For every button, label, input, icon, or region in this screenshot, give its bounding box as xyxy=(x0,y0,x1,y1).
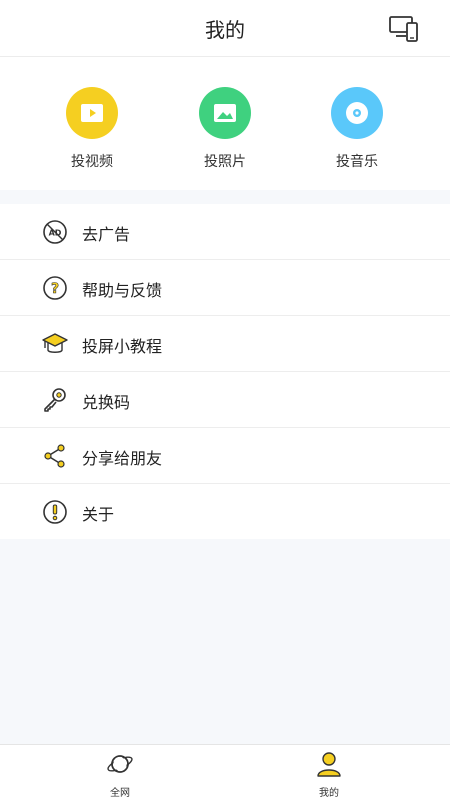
header: 我的 xyxy=(0,0,450,57)
music-disc-icon xyxy=(331,87,383,139)
menu-label: 兑换码 xyxy=(82,393,131,412)
svg-text:?: ? xyxy=(51,281,59,297)
menu-item-help[interactable]: ? 帮助与反馈 xyxy=(0,260,450,316)
photo-icon xyxy=(199,87,251,139)
tab-mine[interactable]: 我的 xyxy=(289,750,369,799)
menu-item-tutorial[interactable]: 投屏小教程 xyxy=(0,316,450,372)
info-icon xyxy=(43,500,67,524)
cast-video-button[interactable]: 投视频 xyxy=(47,87,137,171)
tab-label: 我的 xyxy=(319,788,339,799)
tab-all-web[interactable]: 全网 xyxy=(80,750,160,799)
quick-actions: 投视频 投照片 投音乐 xyxy=(0,57,450,190)
cast-device-icon xyxy=(389,16,418,42)
share-icon xyxy=(44,444,65,468)
menu-label: 投屏小教程 xyxy=(82,337,163,356)
menu-item-about[interactable]: 关于 xyxy=(0,484,450,539)
menu-label: 分享给朋友 xyxy=(82,449,163,468)
key-icon xyxy=(44,388,66,412)
graduation-cap-icon xyxy=(42,333,68,353)
menu-label: 去广告 xyxy=(82,225,131,244)
bottom-tab-bar: 全网 我的 xyxy=(0,744,450,800)
planet-icon xyxy=(107,755,133,773)
cast-video-label: 投视频 xyxy=(71,154,113,170)
page-title: 我的 xyxy=(205,18,245,42)
user-icon xyxy=(317,752,341,777)
video-icon xyxy=(66,87,118,139)
no-ad-icon: AD xyxy=(43,220,67,244)
cast-device-button[interactable] xyxy=(388,12,420,44)
tab-label: 全网 xyxy=(110,788,130,799)
settings-menu: AD 去广告 ? 帮助与反馈 投屏小教程 兑换码 分享给朋友 关于 xyxy=(0,204,450,539)
cast-photo-button[interactable]: 投照片 xyxy=(180,87,270,171)
cast-photo-label: 投照片 xyxy=(204,154,246,170)
cast-music-label: 投音乐 xyxy=(336,154,378,170)
menu-label: 帮助与反馈 xyxy=(82,281,163,300)
menu-item-redeem-code[interactable]: 兑换码 xyxy=(0,372,450,428)
menu-item-share[interactable]: 分享给朋友 xyxy=(0,428,450,484)
menu-label: 关于 xyxy=(82,505,115,524)
cast-music-button[interactable]: 投音乐 xyxy=(312,87,402,171)
menu-item-remove-ads[interactable]: AD 去广告 xyxy=(0,204,450,260)
svg-text:AD: AD xyxy=(49,229,62,238)
help-icon: ? xyxy=(43,276,67,300)
